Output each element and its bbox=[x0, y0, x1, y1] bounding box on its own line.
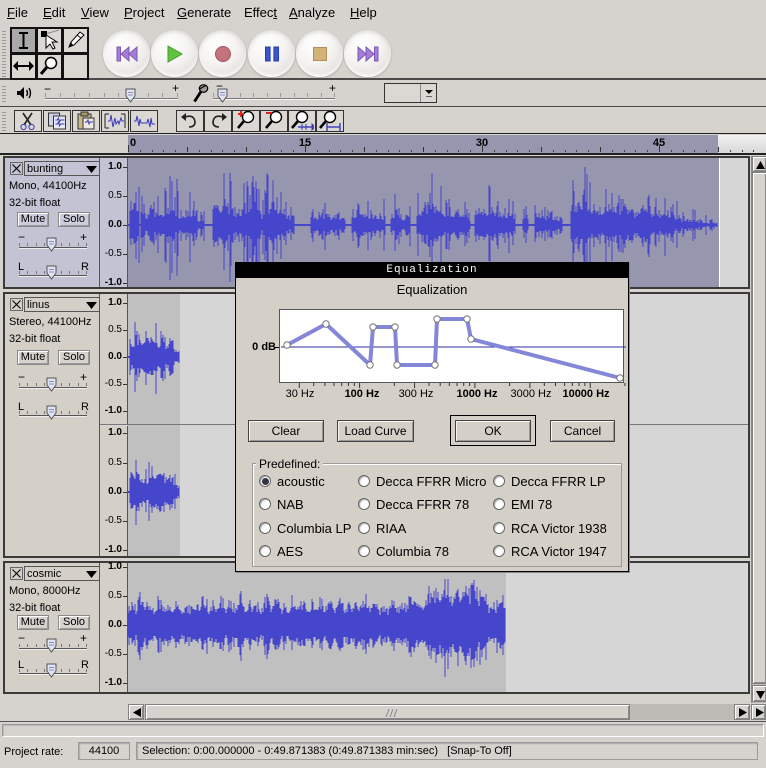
svg-text:45: 45 bbox=[653, 137, 665, 149]
svg-text:30: 30 bbox=[476, 137, 488, 149]
svg-text:15: 15 bbox=[299, 137, 311, 149]
svg-text:0: 0 bbox=[130, 137, 136, 149]
